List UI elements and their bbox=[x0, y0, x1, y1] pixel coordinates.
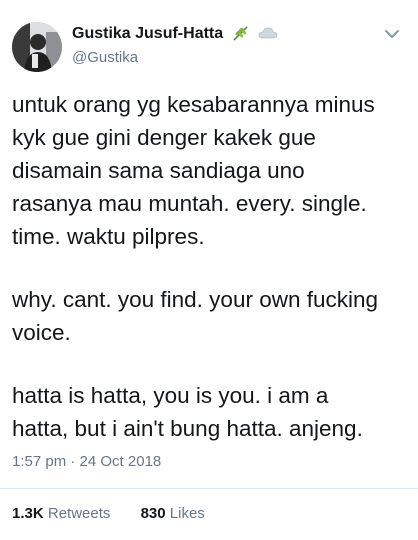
tweet-line: disamain sama sandiaga uno bbox=[12, 158, 305, 183]
user-names: Gustika Jusuf-Hatta @Gustika bbox=[72, 24, 278, 68]
likes-label: Likes bbox=[169, 505, 205, 522]
display-name[interactable]: Gustika Jusuf-Hatta bbox=[72, 25, 223, 42]
tweet-timestamp[interactable]: 1:57 pm · 24 Oct 2018 bbox=[12, 452, 161, 472]
tweet-paragraph: why. cant. you find. your own fucking vo… bbox=[12, 283, 412, 349]
user-handle[interactable]: @Gustika bbox=[72, 48, 278, 68]
tweet-header: Gustika Jusuf-Hatta @Gustika bbox=[12, 20, 406, 76]
tweet-paragraph: untuk orang yg kesabarannya minus kyk gu… bbox=[12, 88, 412, 253]
tweet-line: kyk gue gini denger kakek gue bbox=[12, 125, 316, 150]
herb-icon bbox=[232, 25, 250, 46]
avatar[interactable] bbox=[12, 22, 62, 72]
tweet-text: untuk orang yg kesabarannya minus kyk gu… bbox=[12, 88, 412, 445]
tweet-line: rasanya mau muntah. every. single. bbox=[12, 191, 367, 216]
chevron-down-icon[interactable] bbox=[382, 26, 402, 42]
likes-count: 830 bbox=[140, 505, 166, 522]
divider bbox=[0, 488, 418, 489]
tweet-line: hatta, but i ain't bung hatta. anjeng. bbox=[12, 416, 363, 441]
tweet-line: voice. bbox=[12, 320, 71, 345]
retweets-label: Retweets bbox=[47, 505, 111, 522]
cloud-icon bbox=[258, 25, 278, 46]
tweet-line: untuk orang yg kesabarannya minus bbox=[12, 92, 375, 117]
retweets-count: 1.3K bbox=[12, 505, 44, 522]
tweet-line: why. cant. you find. your own fucking bbox=[12, 287, 379, 312]
avatar-image bbox=[12, 22, 62, 72]
likes-stat[interactable]: 830 Likes bbox=[141, 504, 205, 524]
tweet-line: hatta is hatta, you is you. i am a bbox=[12, 383, 329, 408]
tweet-stats: 1.3K Retweets 830 Likes bbox=[12, 504, 205, 524]
tweet-line: time. waktu pilpres. bbox=[12, 224, 205, 249]
tweet-paragraph: hatta is hatta, you is you. i am a hatta… bbox=[12, 379, 412, 445]
retweets-stat[interactable]: 1.3K Retweets bbox=[12, 504, 110, 524]
